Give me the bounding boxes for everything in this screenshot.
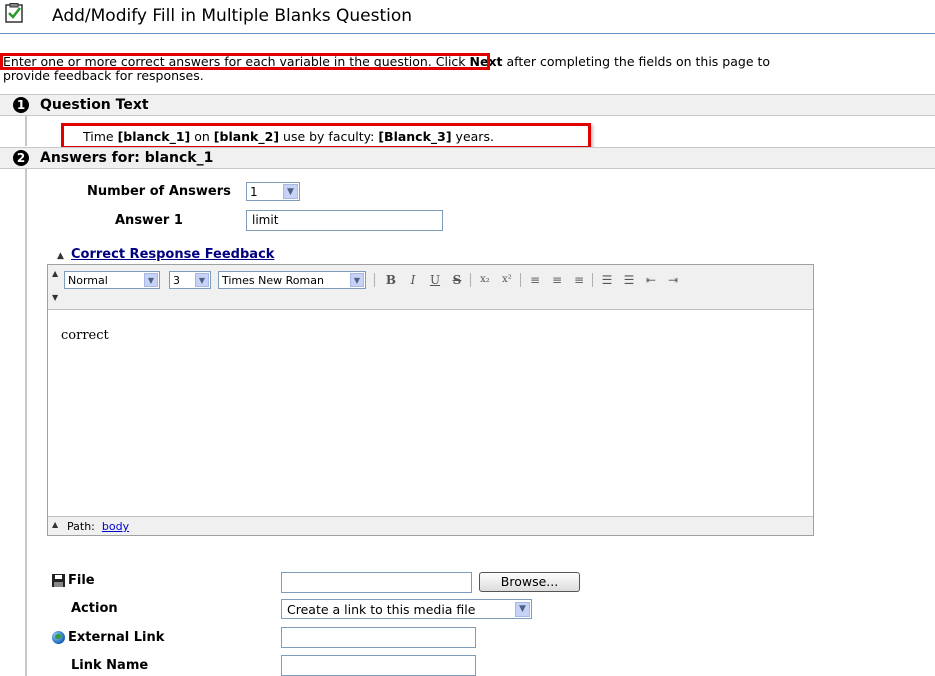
answer-1-input[interactable]: limit: [246, 210, 443, 231]
clipboard-check-icon: [5, 3, 23, 23]
strikethrough-icon[interactable]: S: [448, 271, 466, 289]
globe-icon: [52, 631, 65, 644]
outdent-icon[interactable]: ⇤: [642, 271, 660, 289]
path-body-link[interactable]: body: [102, 520, 129, 533]
section-question-text-bar: 1 Question Text: [0, 94, 935, 116]
bold-icon[interactable]: B: [382, 271, 400, 289]
chevron-down-icon: ▼: [283, 184, 298, 199]
subscript-icon[interactable]: x₂: [476, 271, 494, 289]
section2-rail: [25, 169, 27, 676]
action-select-value: Create a link to this media file: [287, 601, 476, 617]
toolbar-separator: [470, 273, 471, 287]
align-right-icon[interactable]: ≡: [570, 271, 588, 289]
font-size-select[interactable]: 3 ▼: [169, 271, 211, 289]
chevron-down-icon: ▼: [350, 273, 364, 287]
number-of-answers-select[interactable]: 1 ▼: [246, 182, 300, 201]
toolbar-collapse-icon[interactable]: ▲: [52, 269, 58, 278]
align-center-icon[interactable]: ≡: [548, 271, 566, 289]
indent-icon[interactable]: ⇥: [664, 271, 682, 289]
file-label: File: [68, 573, 95, 588]
format-select[interactable]: Normal ▼: [64, 271, 160, 289]
format-select-value: Normal: [68, 273, 108, 287]
number-of-answers-value: 1: [250, 184, 258, 199]
font-family-select-value: Times New Roman: [222, 273, 324, 287]
title-divider: [0, 33, 935, 34]
action-select[interactable]: Create a link to this media file ▼: [281, 599, 532, 619]
toolbar-separator: [592, 273, 593, 287]
highlight-box-instructions: [0, 53, 490, 70]
font-size-select-value: 3: [173, 273, 180, 287]
floppy-disk-icon: [52, 574, 65, 587]
feedback-editor: ▲ ▼ Normal ▼ 3 ▼ Times New Roman ▼ B I U…: [47, 264, 814, 536]
file-input[interactable]: [281, 572, 472, 593]
answer-1-label: Answer 1: [115, 213, 183, 228]
link-name-label: Link Name: [71, 658, 149, 673]
toolbar-expand-icon[interactable]: ▼: [52, 293, 58, 302]
underline-icon[interactable]: U: [426, 271, 444, 289]
chevron-down-icon: ▼: [144, 273, 158, 287]
editor-toolbar: ▲ ▼ Normal ▼ 3 ▼ Times New Roman ▼ B I U…: [48, 265, 813, 310]
superscript-icon[interactable]: x²: [498, 271, 516, 289]
bullet-list-icon[interactable]: ☰: [620, 271, 638, 289]
browse-button[interactable]: Browse...: [479, 572, 580, 592]
editor-content-area[interactable]: correct: [61, 328, 109, 343]
step-number-1: 1: [13, 97, 29, 113]
highlight-box-question: [61, 123, 591, 149]
collapse-triangle-icon[interactable]: ▲: [57, 251, 64, 261]
step-number-2: 2: [13, 150, 29, 166]
numbered-list-icon[interactable]: ☰: [598, 271, 616, 289]
link-name-input[interactable]: [281, 655, 476, 676]
section-answers-bar: 2 Answers for: blanck_1: [0, 147, 935, 169]
section1-rail: [25, 116, 27, 146]
toolbar-separator: [520, 273, 521, 287]
chevron-down-icon: ▼: [515, 601, 530, 617]
section-question-text-title: Question Text: [40, 97, 149, 113]
editor-path-bar: ▲ Path: body: [48, 516, 813, 535]
action-label: Action: [71, 601, 118, 616]
pathbar-collapse-icon[interactable]: ▲: [52, 520, 58, 529]
align-left-icon[interactable]: ≡: [526, 271, 544, 289]
path-label: Path:: [67, 520, 95, 533]
page-title: Add/Modify Fill in Multiple Blanks Quest…: [52, 6, 413, 26]
external-link-label: External Link: [68, 630, 165, 645]
instructions-line2: provide feedback for responses.: [3, 68, 204, 83]
chevron-down-icon: ▼: [195, 273, 209, 287]
toolbar-separator: [374, 273, 375, 287]
external-link-input[interactable]: [281, 627, 476, 648]
number-of-answers-label: Number of Answers: [87, 184, 231, 199]
italic-icon[interactable]: I: [404, 271, 422, 289]
correct-response-feedback-link[interactable]: Correct Response Feedback: [71, 247, 274, 262]
section-answers-title: Answers for: blanck_1: [40, 150, 214, 166]
font-family-select[interactable]: Times New Roman ▼: [218, 271, 366, 289]
instructions-part3: after completing the fields on this page…: [502, 54, 771, 69]
